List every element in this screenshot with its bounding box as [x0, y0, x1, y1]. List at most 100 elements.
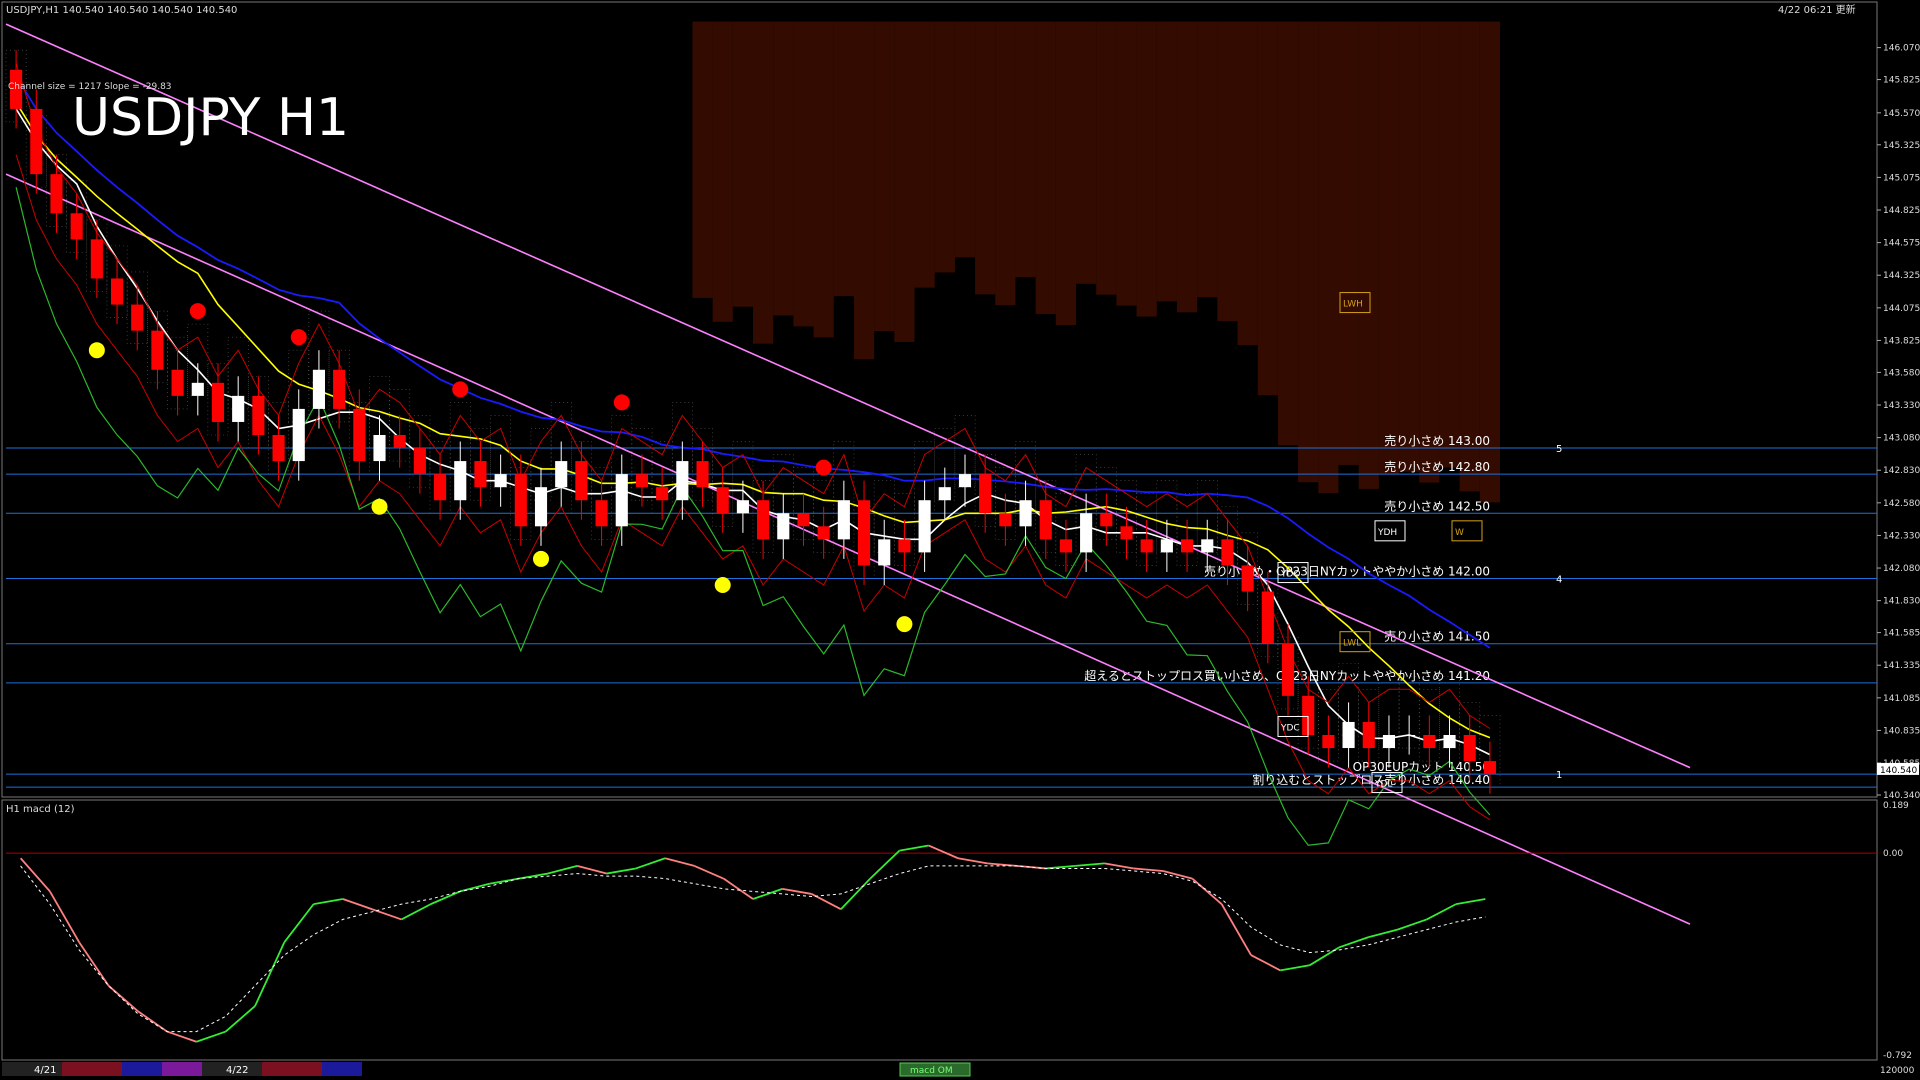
- candle-body: [1281, 643, 1295, 696]
- candle-body: [857, 500, 871, 566]
- candle-body: [1322, 735, 1335, 749]
- candle-body: [575, 461, 588, 501]
- page-title: USDJPY H1: [72, 88, 349, 148]
- level-box-label: YDL: [1374, 780, 1392, 790]
- level-box-label: LWH: [1343, 300, 1363, 310]
- cloud-segment: [954, 21, 976, 258]
- cloud-segment: [995, 21, 1016, 306]
- cloud-segment: [1076, 21, 1097, 284]
- candle-body: [454, 461, 467, 501]
- cloud-segment: [1176, 21, 1198, 313]
- level-label: 売り小さめ 143.00: [1384, 433, 1490, 448]
- cloud-segment: [1156, 21, 1177, 302]
- level-label: 売り小さめ 142.80: [1384, 459, 1490, 474]
- price-tick-label: 144.825: [1883, 206, 1920, 216]
- cloud-segment: [712, 21, 733, 322]
- cloud-segment: [1197, 21, 1218, 298]
- cloud-segment: [1055, 21, 1077, 326]
- level-label: 売り小さめ 141.50: [1384, 629, 1490, 644]
- candle-body: [110, 278, 124, 305]
- cloud-segment: [833, 21, 854, 297]
- candle-body: [696, 461, 709, 488]
- candle-body: [373, 435, 386, 462]
- level-box-label: LWL: [1343, 639, 1361, 649]
- level-marker: 5: [1556, 444, 1562, 455]
- macd-plot[interactable]: [1, 799, 1878, 1061]
- candle-body: [232, 395, 245, 422]
- macd-tick-label: 0.189: [1883, 801, 1909, 811]
- cloud-segment: [813, 21, 834, 338]
- level-marker: 4: [1556, 574, 1562, 585]
- cloud-segment: [773, 21, 794, 316]
- level-box-label: W: [1455, 528, 1464, 538]
- cloud-segment: [894, 21, 915, 342]
- candle-body: [1019, 500, 1032, 527]
- cloud-segment: [732, 21, 753, 307]
- cloud-segment: [1298, 21, 1319, 483]
- candle-body: [595, 500, 608, 527]
- candle-body: [1423, 735, 1436, 749]
- candle-body: [70, 213, 83, 240]
- candle-body: [272, 435, 285, 462]
- candle-body: [1403, 735, 1416, 736]
- cloud-segment: [1399, 21, 1420, 472]
- price-tick-label: 143.825: [1883, 336, 1920, 346]
- price-tick-label: 145.570: [1883, 109, 1920, 119]
- candle-body: [757, 500, 770, 540]
- candle-body: [1221, 539, 1234, 566]
- candle-body: [555, 461, 568, 488]
- candle-body: [878, 539, 891, 566]
- sell-signal-icon: [290, 329, 307, 346]
- cloud-segment: [793, 21, 814, 327]
- macd-tick-label: 0.00: [1883, 849, 1903, 859]
- price-tick-label: 141.335: [1883, 661, 1920, 671]
- macd-button-label: macd OM: [910, 1066, 953, 1076]
- price-tick-label: 142.330: [1883, 531, 1920, 541]
- candle-body: [171, 369, 184, 396]
- candle-body: [1261, 591, 1274, 644]
- candle-body: [131, 304, 144, 331]
- cloud-segment: [1257, 21, 1278, 396]
- cloud-segment: [1237, 21, 1258, 346]
- candle-body: [1443, 735, 1456, 749]
- price-tick-label: 142.830: [1883, 466, 1920, 476]
- cloud-segment: [1318, 21, 1339, 494]
- candle-body: [736, 500, 749, 514]
- candle-body: [474, 461, 487, 488]
- sell-signal-icon: [613, 394, 630, 411]
- macd-label: H1 macd (12): [6, 804, 75, 815]
- candle-body: [999, 513, 1012, 527]
- candle-body: [938, 487, 951, 501]
- candle-body: [1241, 565, 1254, 592]
- candle-body: [615, 474, 628, 527]
- candle-body: [1201, 539, 1214, 553]
- level-box-label: YDH: [1377, 528, 1397, 538]
- candle-body: [252, 395, 265, 435]
- candle-body: [353, 408, 366, 462]
- macd-tick-label: -0.792: [1883, 1051, 1912, 1061]
- price-tick-label: 142.580: [1883, 499, 1920, 509]
- candle-body: [50, 174, 63, 214]
- level-box-label: YDC: [1280, 723, 1300, 733]
- candle-body: [393, 435, 406, 449]
- price-tick-label: 145.325: [1883, 141, 1920, 151]
- cloud-segment: [914, 21, 935, 288]
- candle-body: [1342, 721, 1355, 749]
- candle-body: [333, 369, 346, 409]
- price-tag-label: 140.540: [1880, 766, 1917, 776]
- price-tick-label: 144.075: [1883, 304, 1920, 314]
- cloud-segment: [1358, 21, 1379, 489]
- cloud-segment: [1378, 21, 1400, 474]
- price-tick-label: 140.340: [1883, 791, 1920, 801]
- buy-signal-icon: [371, 498, 388, 515]
- candle-body: [1463, 735, 1476, 762]
- price-tick-label: 142.080: [1883, 564, 1920, 574]
- candle-body: [1140, 539, 1153, 553]
- candle-body: [656, 487, 669, 501]
- scale-bottom: 120000: [1880, 1066, 1915, 1076]
- candle-body: [958, 474, 972, 488]
- level-marker: 1: [1556, 770, 1562, 781]
- sell-signal-icon: [452, 381, 469, 398]
- candle-body: [1362, 721, 1375, 749]
- cloud-segment: [1459, 21, 1480, 492]
